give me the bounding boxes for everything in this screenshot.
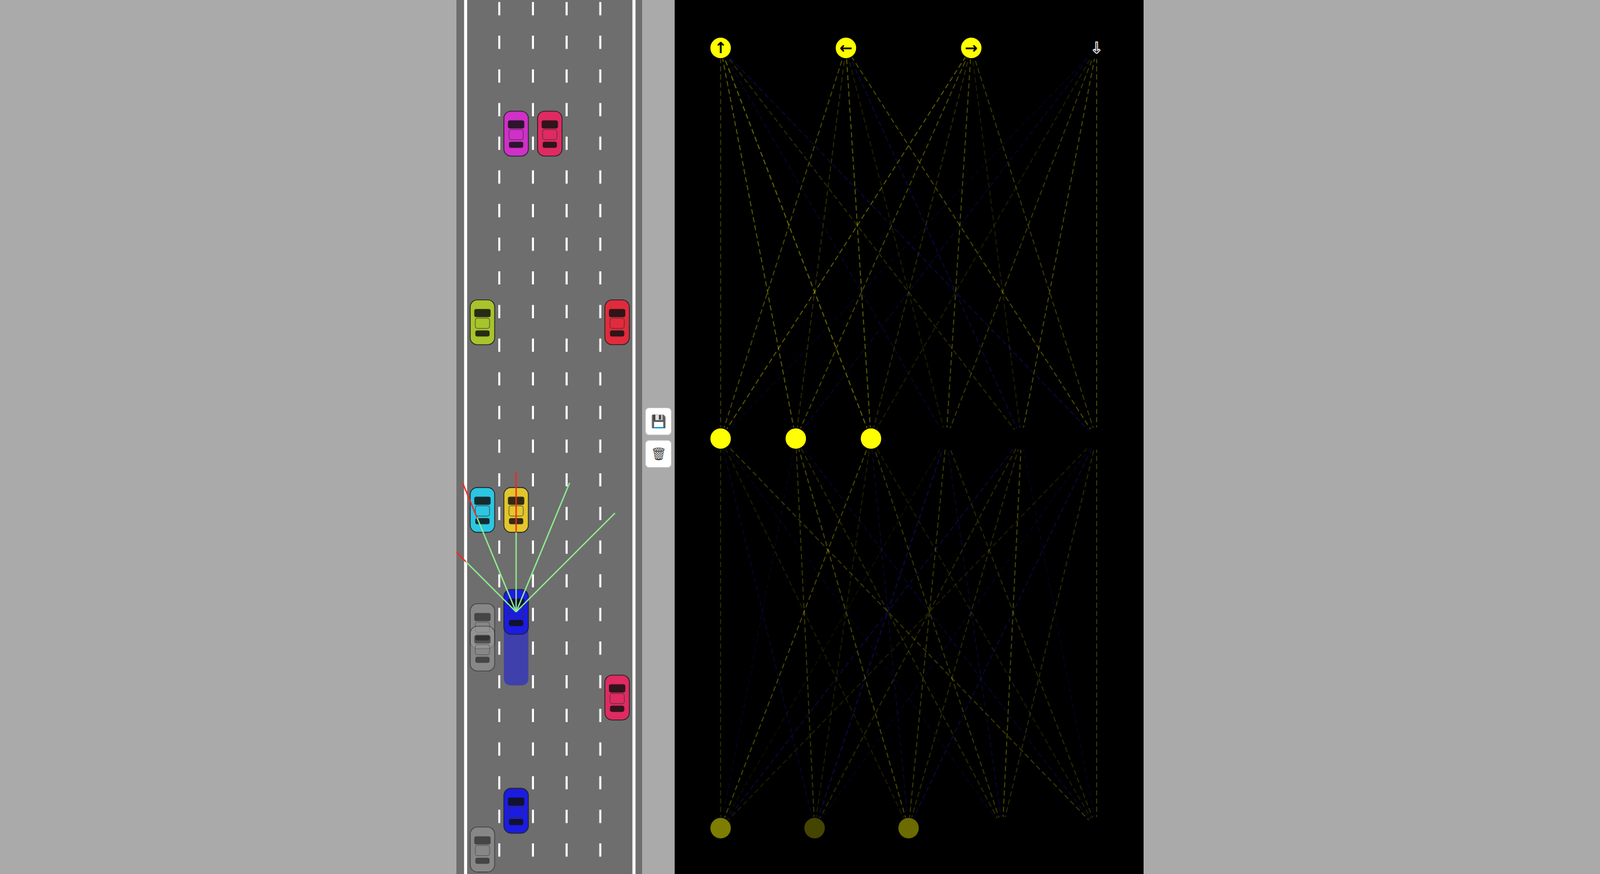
connection xyxy=(720,48,846,439)
connection xyxy=(814,438,946,828)
sensor-ray xyxy=(515,482,570,612)
connection xyxy=(795,438,909,828)
output-label: ↑ xyxy=(714,38,728,57)
traffic-car xyxy=(537,111,563,157)
connection xyxy=(1002,438,1022,828)
hidden-node xyxy=(934,427,958,451)
connection xyxy=(845,48,871,439)
input-node xyxy=(991,817,1015,840)
input-node xyxy=(709,817,733,840)
connection xyxy=(720,438,947,828)
traffic-car xyxy=(470,300,495,346)
input-node xyxy=(803,817,826,840)
connection xyxy=(845,48,946,439)
connection xyxy=(870,48,972,439)
connection xyxy=(795,48,846,439)
input-node xyxy=(1085,817,1108,840)
connection xyxy=(720,48,872,439)
connection xyxy=(720,438,910,828)
road-canvas xyxy=(456,0,643,874)
hidden-node xyxy=(859,427,883,451)
controls: 💾🗑 xyxy=(642,0,675,874)
connection xyxy=(945,438,1003,828)
connection xyxy=(814,438,1022,828)
app: 💾🗑↑←→↓ xyxy=(0,0,1600,874)
sensor-ray xyxy=(515,472,518,612)
output-node: ← xyxy=(834,36,858,60)
lane-divider xyxy=(498,1,501,874)
connection xyxy=(720,48,796,439)
input-node xyxy=(897,817,920,840)
hidden-node xyxy=(1085,427,1108,451)
connection xyxy=(720,48,1097,439)
connection xyxy=(720,438,722,828)
connection xyxy=(870,438,909,828)
output-node: → xyxy=(959,36,983,60)
sensor-ray xyxy=(456,513,516,613)
connection xyxy=(908,438,946,828)
connection xyxy=(814,438,1097,828)
output-label: ↓ xyxy=(1090,38,1104,57)
connection xyxy=(945,48,972,439)
save-button[interactable]: 💾 xyxy=(645,407,672,436)
connection xyxy=(870,438,1097,828)
network-canvas: ↑ ← → ↓ xyxy=(674,0,1144,874)
ghost-car xyxy=(470,827,495,873)
traffic-car xyxy=(604,675,629,721)
connection xyxy=(908,438,1022,828)
connection xyxy=(720,438,1003,828)
sensor-ray xyxy=(462,482,517,612)
connection xyxy=(845,48,1022,439)
connection xyxy=(945,438,1097,828)
hidden-node xyxy=(1010,427,1033,451)
connection xyxy=(795,48,1097,439)
connection xyxy=(1096,438,1098,828)
output-node: ↓ xyxy=(1085,36,1108,60)
connection xyxy=(870,48,1097,439)
output-label: → xyxy=(964,38,978,57)
lane-divider xyxy=(532,1,534,874)
hidden-node xyxy=(709,427,733,451)
connection xyxy=(720,48,1097,439)
discard-button[interactable]: 🗑 xyxy=(645,440,672,468)
connection xyxy=(720,48,722,439)
connection xyxy=(720,438,796,828)
connection xyxy=(720,438,815,828)
connection xyxy=(1096,48,1098,439)
connection xyxy=(945,48,1097,439)
connection xyxy=(845,48,1097,439)
connection xyxy=(1021,438,1097,828)
connection xyxy=(971,48,1022,439)
connection xyxy=(795,438,815,828)
connection xyxy=(720,438,872,828)
connection xyxy=(720,438,1097,828)
network-visualizer: ↑ ← → ↓ xyxy=(674,0,1144,874)
connection xyxy=(795,438,1003,828)
connection xyxy=(870,438,1003,828)
road xyxy=(456,0,643,874)
traffic-car xyxy=(503,788,529,834)
output-node: ↑ xyxy=(709,36,733,60)
connection xyxy=(1002,438,1097,828)
sensor-ray xyxy=(515,513,615,613)
connection xyxy=(795,438,1097,828)
output-label: ← xyxy=(839,38,853,57)
lane-divider xyxy=(565,1,568,874)
traffic-car xyxy=(503,111,529,157)
connection xyxy=(720,438,1097,828)
connection xyxy=(720,48,1022,439)
connection xyxy=(720,48,947,439)
connection xyxy=(971,48,1097,439)
lane-divider xyxy=(598,1,601,874)
traffic-car xyxy=(604,300,629,346)
connection xyxy=(814,438,871,828)
hidden-node xyxy=(784,427,808,451)
ghost-car xyxy=(470,626,495,672)
connection xyxy=(720,438,1022,828)
